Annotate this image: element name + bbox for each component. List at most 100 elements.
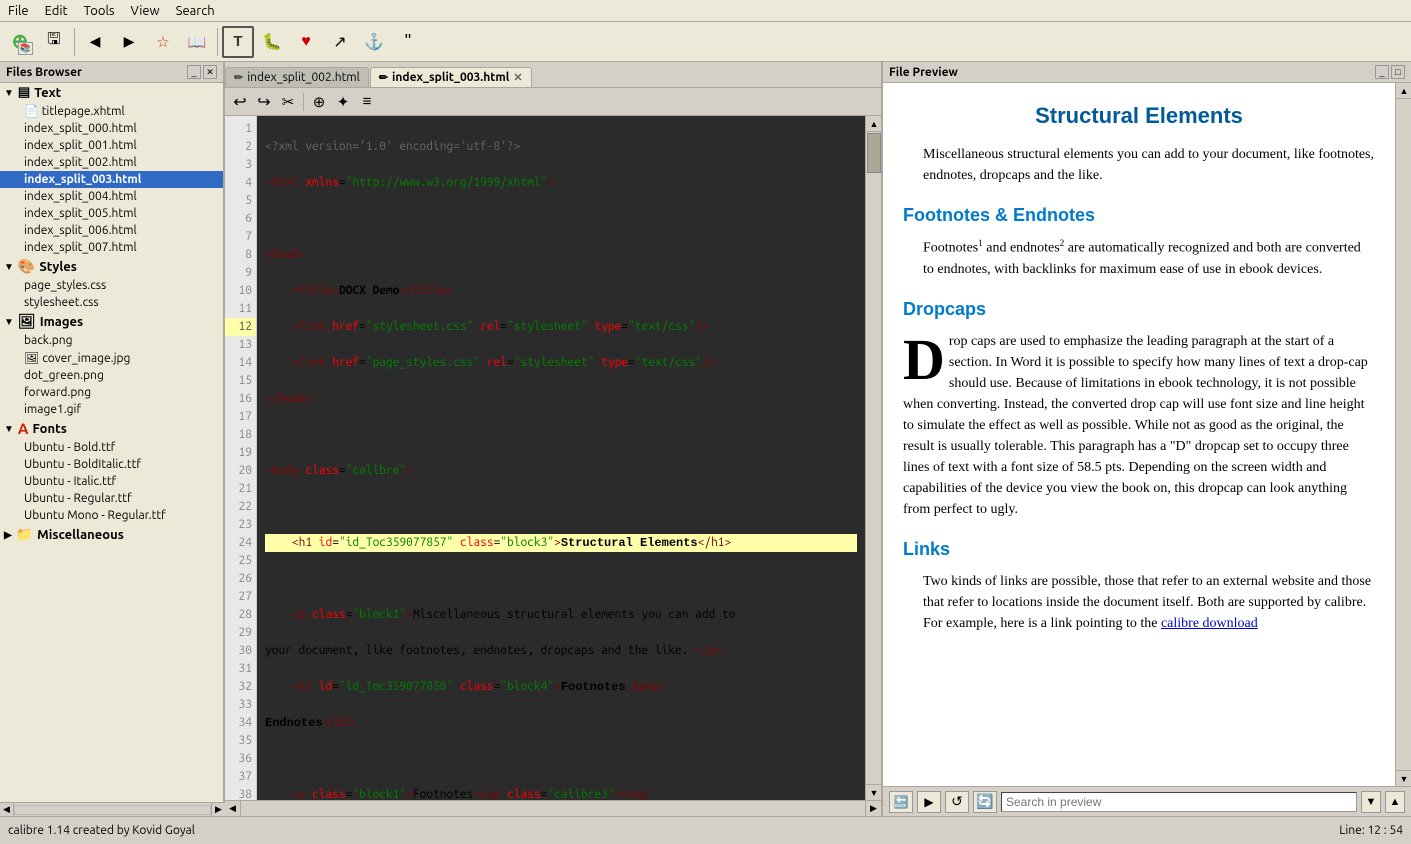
section-label-images: Images — [40, 315, 83, 329]
preview-vscroll[interactable]: ▲ ▼ — [1395, 83, 1411, 786]
search-down-btn[interactable]: ▼ — [1361, 791, 1381, 813]
menu-tools[interactable]: Tools — [84, 4, 115, 18]
file-split006[interactable]: index_split_006.html — [0, 222, 223, 239]
insert-tag-btn[interactable]: ⊕ — [308, 91, 330, 113]
menu-view[interactable]: View — [131, 4, 160, 18]
preview-minimize-btn[interactable]: _ — [1375, 65, 1389, 79]
calibre-link[interactable]: calibre download — [1161, 616, 1258, 631]
font-ubuntu-bolditalic[interactable]: Ubuntu - BoldItalic.ttf — [0, 456, 223, 473]
tab-split003[interactable]: ✏ index_split_003.html ✕ — [370, 67, 532, 87]
sidebar-hscroll[interactable]: ◀ ▶ — [0, 802, 225, 816]
file-back-png[interactable]: back.png — [0, 332, 223, 349]
section-header-text[interactable]: ▼ ▤ Text — [0, 83, 223, 102]
bookmark-icon: ☆ — [156, 33, 169, 51]
ln-35: 35 — [225, 732, 256, 750]
chevron-styles: ▼ — [4, 261, 14, 273]
section-header-fonts[interactable]: ▼ A Fonts — [0, 418, 223, 439]
code-line-16: <h2 id="id_Toc359077858" class="block4">… — [265, 678, 857, 696]
preview-vscroll-up[interactable]: ▲ — [1396, 83, 1411, 99]
hscroll-right-editor-btn[interactable]: ▶ — [865, 801, 881, 817]
preview-forward-btn[interactable]: ▶ — [917, 791, 941, 813]
font-ubuntu-bold[interactable]: Ubuntu - Bold.ttf — [0, 439, 223, 456]
smarten-punctuation-btn[interactable]: ✦ — [332, 91, 354, 113]
preview-vscroll-track[interactable] — [1396, 99, 1411, 770]
file-dot-green[interactable]: dot_green.png — [0, 367, 223, 384]
hscroll-left-editor-btn[interactable]: ◀ — [225, 801, 241, 817]
undo-btn[interactable]: ↩ — [229, 91, 251, 113]
file-split000[interactable]: index_split_000.html — [0, 120, 223, 137]
file-forward-png[interactable]: forward.png — [0, 384, 223, 401]
back-btn[interactable]: ◀ — [79, 26, 111, 58]
images-section-icon: 🖼 — [18, 313, 36, 330]
vscroll-thumb[interactable] — [867, 133, 881, 173]
sidebar-scroll[interactable]: ▼ ▤ Text 📄 titlepage.xhtml index_split_0… — [0, 83, 223, 816]
bookmark-btn[interactable]: ☆ — [147, 26, 179, 58]
file-split002[interactable]: index_split_002.html — [0, 154, 223, 171]
text-edit-btn[interactable]: T — [222, 26, 254, 58]
redo-btn[interactable]: ↪ — [253, 91, 275, 113]
file-split005[interactable]: index_split_005.html — [0, 205, 223, 222]
sidebar-close-btn[interactable]: ✕ — [203, 65, 217, 79]
preview-reload-btn[interactable]: 🔄 — [973, 791, 997, 813]
menubar: File Edit Tools View Search — [0, 0, 1411, 22]
vscroll-down-btn[interactable]: ▼ — [866, 784, 881, 800]
code-line-18 — [265, 750, 857, 768]
code-line-4: <head> — [265, 246, 857, 264]
code-content[interactable]: <?xml version='1.0' encoding='utf-8'?> <… — [257, 116, 865, 800]
tab-label-split003: index_split_003.html — [392, 71, 509, 84]
tab-close-btn[interactable]: ✕ — [513, 71, 522, 84]
chevron-images: ▼ — [4, 316, 14, 328]
tree-section-styles: ▼ 🎨 Styles page_styles.css stylesheet.cs… — [0, 256, 223, 311]
editor-hscroll[interactable]: ◀ ▶ — [225, 800, 881, 816]
quote-btn[interactable]: " — [392, 26, 424, 58]
hscroll-right-btn[interactable]: ▶ — [211, 803, 225, 817]
file-split007[interactable]: index_split_007.html — [0, 239, 223, 256]
vscroll-track[interactable] — [866, 132, 881, 784]
code-scroll[interactable]: 1 2 3 4 5 6 7 8 9 10 11 12 13 14 15 16 1 — [225, 116, 865, 800]
preview-search-input[interactable] — [1001, 792, 1357, 812]
section-header-images[interactable]: ▼ 🖼 Images — [0, 311, 223, 332]
vscroll-up-btn[interactable]: ▲ — [866, 116, 881, 132]
search-up-btn[interactable]: ▲ — [1385, 791, 1405, 813]
back-icon: ◀ — [90, 33, 101, 50]
font-ubuntu-regular[interactable]: Ubuntu - Regular.ttf — [0, 490, 223, 507]
preview-vscroll-down[interactable]: ▼ — [1396, 770, 1411, 786]
preview-forward-icon: ▶ — [924, 795, 933, 809]
menu-file[interactable]: File — [8, 4, 29, 18]
font-ubuntu-mono[interactable]: Ubuntu Mono - Regular.ttf — [0, 507, 223, 524]
text-section-icon: ▤ — [18, 85, 30, 100]
menu-search[interactable]: Search — [176, 4, 215, 18]
anchor-btn[interactable]: ⚓ — [358, 26, 390, 58]
preview-expand-btn[interactable]: □ — [1391, 65, 1405, 79]
cut-btn[interactable]: ✂ — [277, 91, 299, 113]
hscroll-track[interactable] — [14, 805, 211, 815]
heart-btn[interactable]: ♥ — [290, 26, 322, 58]
show-structure-btn[interactable]: ≡ — [356, 91, 378, 113]
arrow-btn[interactable]: ↗ — [324, 26, 356, 58]
font-ubuntu-italic[interactable]: Ubuntu - Italic.ttf — [0, 473, 223, 490]
save-btn[interactable]: 🖫 — [38, 26, 70, 58]
file-split004[interactable]: index_split_004.html — [0, 188, 223, 205]
file-split001[interactable]: index_split_001.html — [0, 137, 223, 154]
file-stylesheet-css[interactable]: stylesheet.css — [0, 294, 223, 311]
file-titlepage[interactable]: 📄 titlepage.xhtml — [0, 102, 223, 120]
sidebar-minimize-btn[interactable]: _ — [187, 65, 201, 79]
debug-btn[interactable]: 🐛 — [256, 26, 288, 58]
file-split003[interactable]: index_split_003.html — [0, 171, 223, 188]
section-header-misc[interactable]: ▶ 📁 Miscellaneous — [0, 524, 223, 545]
forward-btn[interactable]: ▶ — [113, 26, 145, 58]
editor-vscroll[interactable]: ▲ ▼ — [865, 116, 881, 800]
file-image1-gif[interactable]: image1.gif — [0, 401, 223, 418]
footnote-1: 1 — [978, 238, 983, 248]
hscroll-editor-track[interactable] — [241, 804, 865, 814]
file-page-styles-css[interactable]: page_styles.css — [0, 277, 223, 294]
menu-edit[interactable]: Edit — [45, 4, 68, 18]
tab-split002[interactable]: ✏ index_split_002.html — [225, 67, 369, 87]
preview-refresh-btn[interactable]: ↺ — [945, 791, 969, 813]
file-cover-jpg[interactable]: 🖼 cover_image.jpg — [0, 349, 223, 367]
new-library-btn[interactable]: ⊕ 📚 — [4, 26, 36, 58]
preview-back-btn[interactable]: 🔙 — [889, 791, 913, 813]
section-header-styles[interactable]: ▼ 🎨 Styles — [0, 256, 223, 277]
view-book-btn[interactable]: 📖 — [181, 26, 213, 58]
hscroll-left-btn[interactable]: ◀ — [0, 803, 14, 817]
